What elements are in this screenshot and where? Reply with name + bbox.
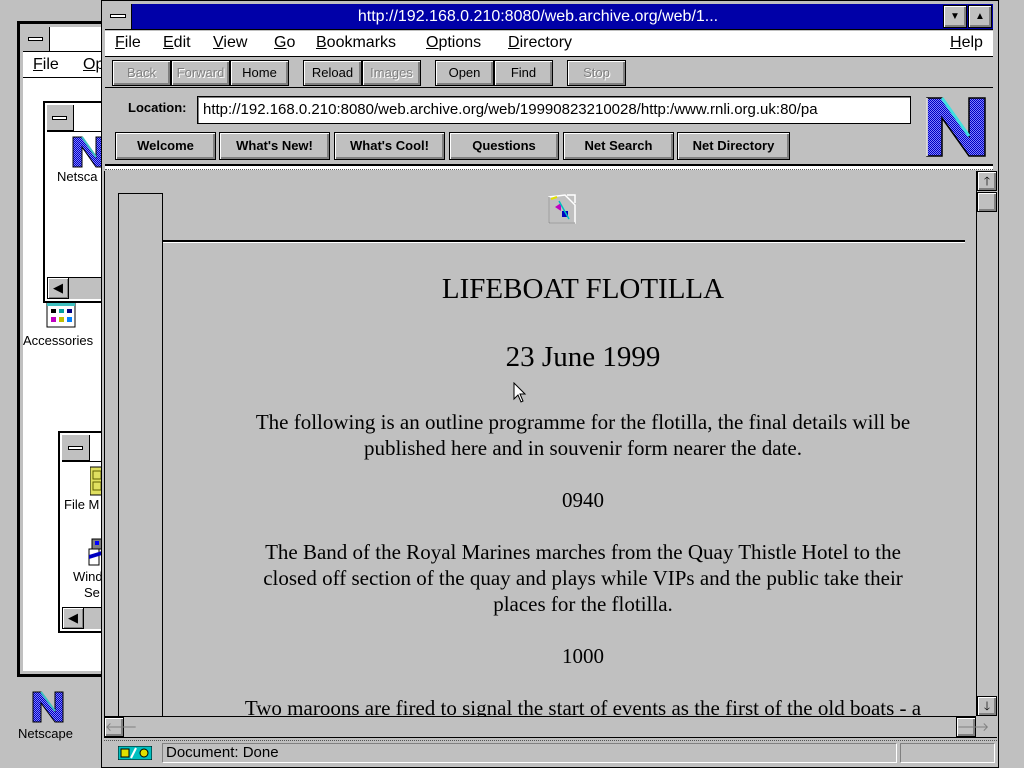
scroll-down-button[interactable]: 🡓 (977, 696, 997, 716)
paragraph-1-line3: places for the flotilla. (493, 592, 673, 616)
maximize-button[interactable]: ▲ (968, 5, 992, 28)
schedule-time-1000: 1000 (562, 644, 604, 668)
menu-options[interactable]: Options (426, 34, 481, 52)
system-menu-button[interactable] (105, 4, 132, 29)
windows-setup-label-2: Se (84, 585, 100, 600)
menu-view[interactable]: View (213, 34, 247, 52)
home-button[interactable]: Home (230, 60, 289, 86)
main-group-system-menu[interactable] (62, 435, 90, 461)
program-manager-system-menu[interactable] (23, 27, 50, 52)
scroll-right-button[interactable]: 🡒 (956, 717, 989, 737)
paragraph-2-line1: Two maroons are fired to signal the star… (244, 696, 922, 716)
images-button[interactable]: Images (362, 60, 421, 86)
menu-directory[interactable]: Directory (508, 34, 572, 52)
open-button[interactable]: Open (435, 60, 494, 86)
location-input[interactable]: http://192.168.0.210:8080/web.archive.or… (197, 96, 911, 124)
page-heading: LIFEBOAT FLOTILLA (441, 273, 725, 305)
broken-image-icon (548, 194, 576, 224)
accessories-icon[interactable] (46, 302, 76, 328)
netscape-desktop-icon[interactable] (31, 691, 65, 723)
accessories-icon-label: Accessories (23, 333, 94, 348)
whats-cool-button[interactable]: What's Cool! (334, 132, 445, 160)
netscape-group-window[interactable]: Netsca ◀ (43, 101, 106, 303)
status-text: Document: Done (162, 743, 897, 763)
toolbar-divider (105, 87, 993, 88)
forward-button[interactable]: Forward (171, 60, 230, 86)
netscape-group-system-menu[interactable] (47, 105, 74, 131)
schedule-time-0940: 0940 (562, 488, 604, 512)
find-button[interactable]: Find (494, 60, 553, 86)
paragraph-1-line1: The Band of the Royal Marines marches fr… (265, 540, 901, 564)
menu-bar: File Edit View Go Bookmarks Options Dire… (105, 31, 993, 57)
page-content[interactable]: LIFEBOAT FLOTILLA 23 June 1999 The follo… (104, 171, 976, 716)
window-title: http://192.168.0.210:8080/web.archive.or… (357, 8, 719, 25)
questions-button[interactable]: Questions (449, 132, 559, 160)
left-table-cell (118, 193, 163, 716)
scroll-left-button[interactable]: ◀ (62, 607, 84, 629)
back-button[interactable]: Back (112, 60, 171, 86)
netscape-group-hscroll[interactable]: ◀ (47, 277, 103, 299)
scroll-left-button[interactable]: ◀ (47, 277, 69, 299)
status-bar: Document: Done (104, 741, 997, 765)
whats-new-button[interactable]: What's New! (219, 132, 330, 160)
horizontal-rule (163, 240, 965, 243)
horizontal-scrollbar[interactable]: 🡐 🡒 (104, 716, 989, 737)
pm-menu-file[interactable]: File (33, 56, 59, 74)
vertical-scroll-thumb[interactable] (977, 192, 997, 212)
netscape-desktop-icon-label: Netscape (18, 726, 73, 741)
stop-button[interactable]: Stop (567, 60, 626, 86)
net-directory-button[interactable]: Net Directory (677, 132, 790, 160)
location-label: Location: (128, 100, 187, 115)
menu-file[interactable]: File (115, 34, 141, 52)
content-divider (105, 164, 993, 170)
page-date: 23 June 1999 (505, 341, 661, 373)
scroll-left-button[interactable]: 🡐 (104, 717, 137, 737)
title-bar[interactable]: http://192.168.0.210:8080/web.archive.or… (105, 4, 993, 30)
menu-edit[interactable]: Edit (163, 34, 191, 52)
scroll-up-button[interactable]: 🡑 (977, 171, 997, 191)
welcome-button[interactable]: Welcome (115, 132, 216, 160)
menu-go[interactable]: Go (274, 34, 295, 52)
file-manager-label: File M (64, 497, 100, 512)
net-search-button[interactable]: Net Search (563, 132, 674, 160)
security-key-icon (118, 746, 152, 760)
netscape-logo-icon[interactable] (925, 96, 987, 158)
status-progress (900, 743, 995, 763)
intro-text-line1: The following is an outline programme fo… (255, 410, 911, 434)
menu-help[interactable]: Help (950, 34, 983, 52)
intro-text-line2: published here and in souvenir form near… (364, 436, 802, 460)
reload-button[interactable]: Reload (303, 60, 362, 86)
minimize-button[interactable]: ▼ (943, 5, 967, 28)
vertical-scrollbar[interactable]: 🡑 🡓 (976, 171, 997, 716)
windows-setup-label: Wind (73, 569, 103, 584)
netscape-group-icon-label: Netsca (57, 169, 98, 184)
menu-bookmarks[interactable]: Bookmarks (316, 34, 396, 52)
mouse-cursor-icon (513, 382, 527, 403)
paragraph-1-line2: closed off section of the quay and plays… (263, 566, 903, 590)
